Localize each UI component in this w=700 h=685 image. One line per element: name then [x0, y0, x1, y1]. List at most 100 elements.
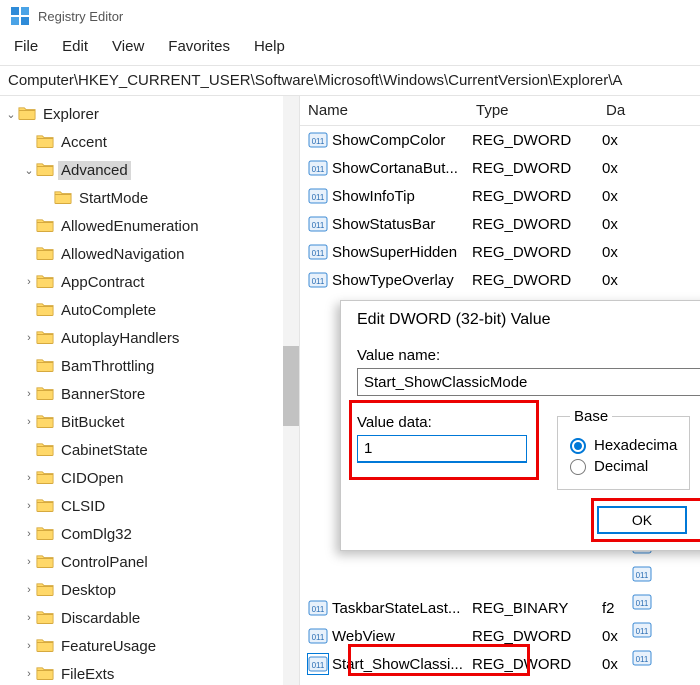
svg-text:011: 011 — [636, 655, 649, 664]
folder-icon — [36, 302, 54, 318]
tree-label: BannerStore — [58, 385, 148, 404]
value-row[interactable]: 011ShowTypeOverlayREG_DWORD0x — [300, 266, 700, 294]
tree-label: AllowedNavigation — [58, 245, 187, 264]
value-type: REG_DWORD — [472, 188, 602, 205]
tree-node-allowednavigation[interactable]: AllowedNavigation — [0, 240, 299, 268]
col-type[interactable]: Type — [468, 96, 598, 125]
tree-node-discardable[interactable]: ›Discardable — [0, 604, 299, 632]
folder-icon — [36, 218, 54, 234]
value-data: 0x — [602, 272, 700, 289]
tree-node-appcontract[interactable]: ›AppContract — [0, 268, 299, 296]
chevron-right-icon[interactable]: › — [22, 556, 36, 568]
menu-edit[interactable]: Edit — [52, 34, 98, 59]
window-title: Registry Editor — [38, 9, 123, 24]
svg-text:011: 011 — [312, 193, 325, 202]
menu-file[interactable]: File — [4, 34, 48, 59]
col-data[interactable]: Da — [598, 96, 700, 125]
tree-node-advanced[interactable]: ⌄Advanced — [0, 156, 299, 184]
value-data-input[interactable] — [357, 435, 527, 463]
tree-node-bamthrottling[interactable]: BamThrottling — [0, 352, 299, 380]
value-name-label: Value name: — [357, 347, 700, 364]
radio-dec-row[interactable]: Decimal — [570, 458, 677, 475]
tree-node-cabinetstate[interactable]: CabinetState — [0, 436, 299, 464]
value-type: REG_BINARY — [472, 600, 602, 617]
tree-node-cidopen[interactable]: › CIDOpen — [0, 464, 299, 492]
value-row[interactable]: 011ShowCompColorREG_DWORD0x — [300, 126, 700, 154]
regedit-icon — [10, 6, 30, 26]
tree-node-controlpanel[interactable]: ›ControlPanel — [0, 548, 299, 576]
tree-node-allowedenumeration[interactable]: AllowedEnumeration — [0, 212, 299, 240]
value-type: REG_DWORD — [472, 656, 602, 673]
menu-help[interactable]: Help — [244, 34, 295, 59]
chevron-down-icon[interactable]: ⌄ — [4, 108, 18, 121]
tree-scrollbar[interactable] — [283, 96, 299, 685]
value-type: REG_DWORD — [472, 132, 602, 149]
chevron-right-icon[interactable]: › — [22, 472, 36, 484]
dword-icon: 011 — [308, 158, 328, 178]
dword-icon: 011 — [308, 186, 328, 206]
value-type: REG_DWORD — [472, 216, 602, 233]
key-tree[interactable]: ⌄ExplorerAccent⌄AdvancedStartMode Allowed… — [0, 96, 300, 685]
chevron-right-icon[interactable]: › — [22, 668, 36, 680]
tree-node-desktop[interactable]: ›Desktop — [0, 576, 299, 604]
svg-text:011: 011 — [312, 633, 325, 642]
tree-node-comdlg32[interactable]: ›ComDlg32 — [0, 520, 299, 548]
folder-icon — [36, 414, 54, 430]
base-label: Base — [570, 408, 612, 425]
value-row[interactable]: 011ShowInfoTipREG_DWORD0x — [300, 182, 700, 210]
value-type: REG_DWORD — [472, 628, 602, 645]
dword-icon: 011 — [308, 626, 328, 646]
menu-favorites[interactable]: Favorites — [158, 34, 240, 59]
edit-dword-dialog: Edit DWORD (32-bit) Value Value name: Va… — [340, 300, 700, 551]
tree-node-featureusage[interactable]: ›FeatureUsage — [0, 632, 299, 660]
value-row[interactable]: 011ShowCortanaBut...REG_DWORD0x — [300, 154, 700, 182]
radio-hex-row[interactable]: Hexadecima — [570, 437, 677, 454]
tree-scrollbar-thumb[interactable] — [283, 346, 299, 426]
chevron-right-icon[interactable]: › — [22, 640, 36, 652]
tree-label: CIDOpen — [58, 469, 127, 488]
folder-icon — [36, 386, 54, 402]
svg-text:011: 011 — [312, 165, 325, 174]
tree-node-autocomplete[interactable]: AutoComplete — [0, 296, 299, 324]
tree-node-explorer[interactable]: ⌄Explorer — [0, 100, 299, 128]
tree-node-startmode[interactable]: StartMode — [0, 184, 299, 212]
value-name: ShowSuperHidden — [332, 244, 472, 261]
tree-node-bannerstore[interactable]: › BannerStore — [0, 380, 299, 408]
dword-icon: 011 — [308, 214, 328, 234]
ok-button[interactable]: OK — [597, 506, 687, 534]
dword-icon: 011 — [632, 648, 652, 668]
tree-label: AllowedEnumeration — [58, 217, 202, 236]
tree-label: CLSID — [58, 497, 108, 516]
tree-node-clsid[interactable]: › CLSID — [0, 492, 299, 520]
chevron-right-icon[interactable]: › — [22, 612, 36, 624]
tree-node-accent[interactable]: Accent — [0, 128, 299, 156]
value-name: ShowTypeOverlay — [332, 272, 472, 289]
folder-icon — [36, 134, 54, 150]
chevron-right-icon[interactable]: › — [22, 528, 36, 540]
chevron-right-icon[interactable]: › — [22, 416, 36, 428]
list-header: Name Type Da — [300, 96, 700, 126]
chevron-right-icon[interactable]: › — [22, 584, 36, 596]
address-bar[interactable]: Computer\HKEY_CURRENT_USER\Software\Micr… — [0, 66, 700, 96]
value-row[interactable]: 011ShowSuperHiddenREG_DWORD0x — [300, 238, 700, 266]
chevron-right-icon[interactable]: › — [22, 276, 36, 288]
chevron-right-icon[interactable]: › — [22, 388, 36, 400]
chevron-right-icon[interactable]: › — [22, 332, 36, 344]
value-row[interactable]: 011ShowStatusBarREG_DWORD0x — [300, 210, 700, 238]
tree-label: BitBucket — [58, 413, 127, 432]
folder-icon — [36, 358, 54, 374]
radio-hex-icon — [570, 438, 586, 454]
radio-dec-label: Decimal — [594, 458, 648, 475]
chevron-right-icon[interactable]: › — [22, 500, 36, 512]
value-name: ShowCortanaBut... — [332, 160, 472, 177]
folder-icon — [36, 442, 54, 458]
tree-node-fileexts[interactable]: ›FileExts — [0, 660, 299, 685]
value-data: 0x — [602, 188, 700, 205]
value-name-input[interactable] — [357, 368, 700, 396]
col-name[interactable]: Name — [300, 96, 468, 125]
tree-node-bitbucket[interactable]: › BitBucket — [0, 408, 299, 436]
value-data: 0x — [602, 216, 700, 233]
chevron-down-icon[interactable]: ⌄ — [22, 164, 36, 177]
menu-view[interactable]: View — [102, 34, 154, 59]
tree-node-autoplayhandlers[interactable]: ›AutoplayHandlers — [0, 324, 299, 352]
